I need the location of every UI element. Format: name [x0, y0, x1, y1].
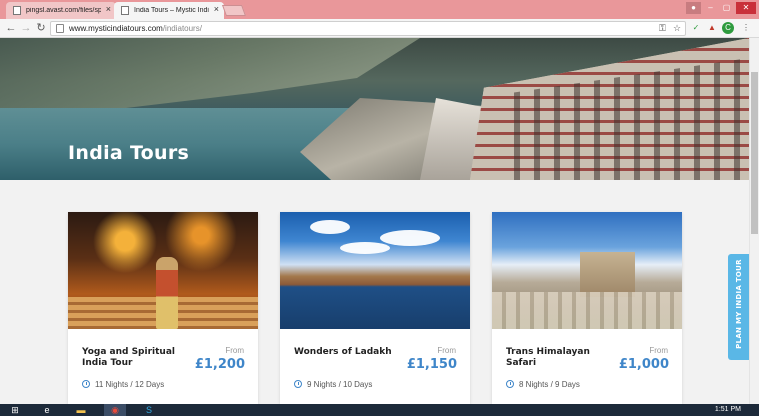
close-window-button[interactable]: ✕: [736, 2, 756, 14]
clock-icon: [294, 380, 302, 388]
page-icon: [121, 6, 129, 15]
clock-icon: [82, 380, 90, 388]
plan-my-tour-tab[interactable]: PLAN MY INDIA TOUR: [728, 254, 749, 360]
url-path: /indiatours/: [162, 24, 202, 33]
close-icon[interactable]: ×: [214, 4, 219, 14]
extension-c-icon[interactable]: C: [722, 22, 734, 34]
tour-photo[interactable]: [280, 212, 470, 329]
tab-title: India Tours – Mystic Indi: [134, 7, 209, 14]
new-tab-button[interactable]: [221, 5, 247, 16]
bookmark-star-icon[interactable]: ☆: [673, 22, 681, 35]
plan-my-tour-label: PLAN MY INDIA TOUR: [735, 259, 743, 349]
price-from-label: From: [225, 346, 244, 355]
tour-name[interactable]: Wonders of Ladakh: [294, 347, 404, 358]
close-icon[interactable]: ×: [106, 4, 111, 14]
user-icon[interactable]: ●: [686, 2, 701, 14]
tab-title: pingsl.avast.com/files/sp: [26, 7, 101, 14]
address-bar[interactable]: www.mysticindiatours.com/indiatours/ ⚿ ☆: [50, 21, 686, 36]
tour-card-yoga[interactable]: Yoga and Spiritual India Tour From £1,20…: [68, 212, 258, 404]
page-icon: [13, 6, 21, 15]
page-title: India Tours: [68, 142, 190, 164]
photo-priest-figure: [156, 257, 178, 329]
tab-avast[interactable]: pingsl.avast.com/files/sp ×: [6, 2, 116, 19]
tab-india-tours[interactable]: India Tours – Mystic Indi ×: [114, 2, 224, 19]
tour-card-himalayan[interactable]: Trans Himalayan Safari From £1,000 8 Nig…: [492, 212, 682, 404]
extension-av-icon[interactable]: ▲: [706, 22, 718, 34]
browser-toolbar: ← → ↻ www.mysticindiatours.com/indiatour…: [0, 19, 759, 38]
maximize-button[interactable]: ▢: [719, 2, 734, 14]
page-info-icon[interactable]: [56, 24, 64, 33]
tour-name[interactable]: Yoga and Spiritual India Tour: [82, 347, 182, 369]
browser-window: pingsl.avast.com/files/sp × India Tours …: [0, 0, 759, 416]
photo-cloud: [380, 230, 440, 246]
system-clock[interactable]: 1:51 PM: [715, 404, 741, 415]
back-icon[interactable]: ←: [4, 21, 18, 35]
hero-windows: [500, 58, 749, 180]
skype-icon[interactable]: S: [138, 404, 160, 416]
tour-duration: 9 Nights / 10 Days: [307, 380, 373, 389]
minimize-button[interactable]: –: [703, 2, 718, 14]
url-domain: www.mysticindiatours.com: [69, 24, 163, 33]
tour-duration: 8 Nights / 9 Days: [519, 380, 580, 389]
photo-village: [492, 292, 682, 329]
photo-palace: [580, 252, 635, 297]
tour-price: £1,200: [194, 357, 245, 372]
photo-cloud: [310, 220, 350, 234]
reload-icon[interactable]: ↻: [34, 21, 48, 35]
tour-name[interactable]: Trans Himalayan Safari: [506, 347, 601, 369]
price-from-label: From: [649, 346, 668, 355]
forward-icon[interactable]: →: [19, 21, 33, 35]
scrollbar[interactable]: [749, 38, 759, 404]
extension-check-icon[interactable]: ✓: [690, 22, 702, 34]
windows-taskbar: ⊞ e ▬ ◉ S 1:51 PM: [0, 404, 759, 416]
tour-card-ladakh[interactable]: Wonders of Ladakh From £1,150 9 Nights /…: [280, 212, 470, 404]
tour-price: £1,150: [406, 357, 457, 372]
tour-photo[interactable]: [68, 212, 258, 329]
tour-photo[interactable]: [492, 212, 682, 329]
tour-price: £1,000: [618, 357, 669, 372]
price-from-label: From: [437, 346, 456, 355]
scrollbar-thumb[interactable]: [751, 72, 758, 234]
file-explorer-icon[interactable]: ▬: [70, 404, 92, 416]
chrome-icon[interactable]: ◉: [104, 404, 126, 416]
internet-explorer-icon[interactable]: e: [36, 404, 58, 416]
title-bar: pingsl.avast.com/files/sp × India Tours …: [0, 0, 759, 19]
windows-start-icon[interactable]: ⊞: [4, 404, 26, 416]
photo-cloud: [340, 242, 390, 254]
key-icon[interactable]: ⚿: [659, 22, 666, 35]
tour-duration: 11 Nights / 12 Days: [95, 380, 165, 389]
menu-icon[interactable]: ⋮: [740, 22, 752, 34]
clock-icon: [506, 380, 514, 388]
hero-banner: India Tours: [0, 38, 749, 180]
